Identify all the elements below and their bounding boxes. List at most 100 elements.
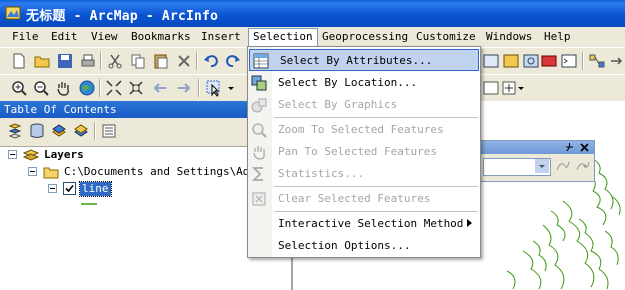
toolbar-separator xyxy=(196,52,198,70)
menu-bar: File Edit View Bookmarks Insert Selectio… xyxy=(0,27,625,47)
menu-geoprocessing[interactable]: Geoprocessing xyxy=(318,29,412,45)
menu-file[interactable]: File xyxy=(8,29,43,45)
zoom-to-selected-icon xyxy=(252,123,267,138)
menu-item-label: Interactive Selection Method xyxy=(278,217,464,230)
layout-icon[interactable] xyxy=(482,79,500,97)
vectorize-icon[interactable] xyxy=(575,158,591,174)
fixed-zoom-out-icon[interactable] xyxy=(127,79,145,97)
menu-item-pan-to-selected[interactable]: Pan To Selected Features xyxy=(248,141,480,163)
list-by-drawing-order-icon[interactable] xyxy=(6,122,24,140)
undo-icon[interactable] xyxy=(202,52,220,70)
arrow-right-icon[interactable] xyxy=(608,52,625,70)
menu-customize[interactable]: Customize xyxy=(412,29,480,45)
layers-icon xyxy=(23,149,39,161)
zoom-out-icon[interactable] xyxy=(32,79,50,97)
redo-icon[interactable] xyxy=(224,52,242,70)
menu-item-select-by-attributes[interactable]: Select By Attributes... xyxy=(249,49,479,71)
copy-icon[interactable] xyxy=(129,52,147,70)
print-icon[interactable] xyxy=(79,52,97,70)
menu-item-label: Select By Graphics xyxy=(278,98,398,111)
window-title: 无标题 - ArcMap - ArcInfo xyxy=(26,9,219,24)
floating-window-titlebar xyxy=(479,141,594,154)
menu-item-label: Select By Attributes... xyxy=(280,54,433,67)
folder-path: C:\Documents and Settings\Admin xyxy=(64,165,270,178)
toolbar-separator xyxy=(582,52,584,70)
save-icon[interactable] xyxy=(56,52,74,70)
trace-icon[interactable] xyxy=(555,158,571,174)
select-by-graphics-icon xyxy=(251,98,267,113)
menu-separator xyxy=(274,211,478,212)
menu-edit[interactable]: Edit xyxy=(47,29,82,45)
line-symbol-icon xyxy=(81,203,97,205)
fixed-zoom-in-icon[interactable] xyxy=(105,79,123,97)
clear-selection-icon xyxy=(252,192,266,206)
title-bar: 无标题 - ArcMap - ArcInfo xyxy=(0,0,625,27)
menu-item-label: Statistics... xyxy=(278,167,365,180)
options-icon[interactable] xyxy=(100,122,118,140)
zoom-in-icon[interactable] xyxy=(10,79,28,97)
select-by-attributes-icon xyxy=(253,53,269,69)
menu-item-label: Clear Selected Features xyxy=(278,192,431,205)
search-window-icon[interactable] xyxy=(522,52,540,70)
pin-icon[interactable] xyxy=(564,142,575,153)
layer-name-line[interactable]: line xyxy=(79,181,112,197)
chevron-down-icon[interactable] xyxy=(226,79,236,97)
menu-windows[interactable]: Windows xyxy=(482,29,536,45)
list-by-source-icon[interactable] xyxy=(28,122,46,140)
sigma-statistics-icon xyxy=(251,167,263,181)
list-by-selection-icon[interactable] xyxy=(72,122,90,140)
menu-selection[interactable]: Selection xyxy=(248,28,318,47)
new-document-icon[interactable] xyxy=(10,52,28,70)
arctoolbox-icon[interactable] xyxy=(540,52,558,70)
open-folder-icon[interactable] xyxy=(33,52,51,70)
collapse-icon[interactable] xyxy=(48,184,57,193)
toolbar-separator xyxy=(94,122,96,140)
python-window-icon[interactable] xyxy=(560,52,578,70)
toolbar-separator xyxy=(198,79,200,97)
menu-item-label: Selection Options... xyxy=(278,239,411,252)
floating-toolbar-window xyxy=(478,140,595,182)
go-forward-arrow-icon[interactable] xyxy=(174,79,192,97)
delete-icon[interactable] xyxy=(175,52,193,70)
arcmap-app-icon xyxy=(5,6,21,20)
toolbar-separator xyxy=(99,79,101,97)
menu-separator xyxy=(274,117,478,118)
menu-item-zoom-to-selected[interactable]: Zoom To Selected Features xyxy=(248,119,480,141)
toolbar-separator xyxy=(100,52,102,70)
selection-dropdown-menu: Select By Attributes... Select By Locati… xyxy=(247,46,481,258)
menu-item-interactive-selection-method[interactable]: Interactive Selection Method xyxy=(248,213,480,235)
list-by-visibility-icon[interactable] xyxy=(50,122,68,140)
collapse-icon[interactable] xyxy=(8,150,17,159)
menu-item-selection-options[interactable]: Selection Options... xyxy=(248,235,480,257)
menu-item-label: Pan To Selected Features xyxy=(278,145,437,158)
close-icon[interactable] xyxy=(579,142,590,153)
full-extent-globe-icon[interactable] xyxy=(78,79,96,97)
menu-bookmarks[interactable]: Bookmarks xyxy=(127,29,195,45)
go-back-arrow-icon[interactable] xyxy=(152,79,170,97)
pan-hand-icon[interactable] xyxy=(54,79,72,97)
menu-separator xyxy=(274,186,478,187)
chevron-down-icon[interactable] xyxy=(516,79,526,97)
menu-insert[interactable]: Insert xyxy=(197,29,245,45)
collapse-icon[interactable] xyxy=(28,167,37,176)
catalog-icon[interactable] xyxy=(502,52,520,70)
editor-toolbar-icon[interactable] xyxy=(482,52,500,70)
model-builder-icon[interactable] xyxy=(588,52,606,70)
menu-item-clear-selected[interactable]: Clear Selected Features xyxy=(248,188,480,210)
menu-help[interactable]: Help xyxy=(540,29,575,45)
select-by-location-icon xyxy=(251,75,267,91)
folder-icon xyxy=(43,167,59,179)
menu-item-select-by-location[interactable]: Select By Location... xyxy=(248,72,480,94)
chevron-down-icon[interactable] xyxy=(535,159,549,173)
layers-label: Layers xyxy=(44,148,84,161)
menu-item-select-by-graphics[interactable]: Select By Graphics xyxy=(248,94,480,116)
menu-item-label: Select By Location... xyxy=(278,76,418,89)
menu-item-statistics[interactable]: Statistics... xyxy=(248,163,480,185)
cut-icon[interactable] xyxy=(106,52,124,70)
menu-view[interactable]: View xyxy=(87,29,122,45)
pan-to-selected-icon xyxy=(253,146,265,160)
paste-icon[interactable] xyxy=(152,52,170,70)
checkbox-checked-icon[interactable] xyxy=(63,182,76,195)
select-features-icon[interactable] xyxy=(205,79,223,97)
submenu-arrow-icon xyxy=(467,219,472,227)
